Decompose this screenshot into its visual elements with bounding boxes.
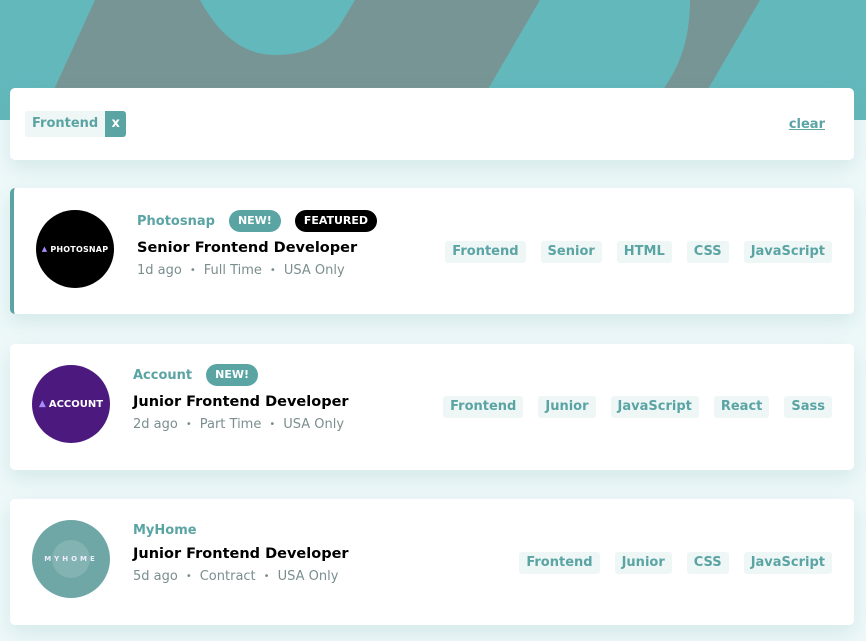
meta-dot-icon: •	[185, 419, 192, 430]
job-info: Photosnap NEW! FEATURED Senior Frontend …	[137, 210, 391, 278]
job-card-account[interactable]: ▲ ACCOUNT Account NEW! Junior Frontend D…	[10, 344, 854, 470]
tag-junior[interactable]: Junior	[614, 552, 672, 574]
filter-bar: Frontend x clear	[10, 88, 854, 160]
meta-dot-icon: •	[189, 265, 196, 276]
job-meta: 2d ago • Part Time • USA Only	[133, 417, 349, 432]
job-info: MyHome Junior Frontend Developer 5d ago …	[133, 519, 349, 585]
tag-javascript[interactable]: JavaScript	[743, 552, 832, 574]
tag-frontend[interactable]: Frontend	[445, 241, 526, 263]
filter-chip-frontend: Frontend x	[25, 111, 127, 137]
tag-html[interactable]: HTML	[616, 241, 672, 263]
posted-at: 1d ago	[137, 263, 182, 278]
company-name: Photosnap	[137, 213, 215, 229]
job-position[interactable]: Senior Frontend Developer	[137, 240, 391, 256]
logo-triangle-icon: ▲	[38, 399, 46, 409]
logo-text: PHOTOSNAP	[50, 244, 109, 254]
contract-type: Contract	[199, 569, 256, 584]
job-location: USA Only	[277, 569, 339, 584]
tag-react[interactable]: React	[713, 396, 770, 418]
logo-text: ACCOUNT	[48, 398, 104, 410]
meta-dot-icon: •	[263, 571, 270, 582]
job-card-photosnap[interactable]: ▲ PHOTOSNAP Photosnap NEW! FEATURED Seni…	[10, 188, 854, 314]
company-row: Photosnap NEW! FEATURED	[137, 210, 391, 232]
job-tags: Frontend Junior JavaScript React Sass	[428, 396, 832, 418]
new-badge: NEW!	[228, 210, 281, 232]
meta-dot-icon: •	[269, 419, 276, 430]
tag-frontend[interactable]: Frontend	[443, 396, 524, 418]
posted-at: 2d ago	[133, 417, 178, 432]
company-logo: MYHOME	[32, 520, 110, 598]
featured-badge: FEATURED	[294, 210, 378, 232]
job-position[interactable]: Junior Frontend Developer	[133, 546, 349, 562]
company-logo: ▲ PHOTOSNAP	[36, 210, 114, 288]
job-meta: 1d ago • Full Time • USA Only	[137, 263, 391, 278]
posted-at: 5d ago	[133, 569, 178, 584]
meta-dot-icon: •	[185, 571, 192, 582]
job-info: Account NEW! Junior Frontend Developer 2…	[133, 364, 349, 432]
job-location: USA Only	[283, 263, 345, 278]
tag-css[interactable]: CSS	[686, 241, 729, 263]
tag-javascript[interactable]: JavaScript	[610, 396, 699, 418]
contract-type: Part Time	[199, 417, 262, 432]
tag-sass[interactable]: Sass	[784, 396, 832, 418]
filter-remove-button[interactable]: x	[105, 111, 127, 137]
tag-frontend[interactable]: Frontend	[519, 552, 600, 574]
company-logo: ▲ ACCOUNT	[32, 365, 110, 443]
contract-type: Full Time	[203, 263, 262, 278]
job-location: USA Only	[283, 417, 345, 432]
job-tags: Frontend Senior HTML CSS JavaScript	[430, 241, 832, 263]
tag-junior[interactable]: Junior	[538, 396, 596, 418]
job-position[interactable]: Junior Frontend Developer	[133, 394, 349, 410]
meta-dot-icon: •	[269, 265, 276, 276]
company-row: Account NEW!	[133, 364, 349, 386]
job-card-myhome[interactable]: MYHOME MyHome Junior Frontend Developer …	[10, 499, 854, 625]
clear-filters-link[interactable]: clear	[789, 117, 825, 132]
company-name: Account	[133, 367, 193, 383]
company-row: MyHome	[133, 519, 349, 541]
new-badge: NEW!	[206, 364, 259, 386]
job-tags: Frontend Junior CSS JavaScript	[504, 552, 832, 574]
tag-javascript[interactable]: JavaScript	[743, 241, 832, 263]
job-meta: 5d ago • Contract • USA Only	[133, 569, 349, 584]
logo-text: MYHOME	[44, 555, 98, 563]
logo-triangle-icon: ▲	[41, 245, 48, 253]
company-name: MyHome	[133, 522, 197, 538]
tag-css[interactable]: CSS	[686, 552, 729, 574]
tag-senior[interactable]: Senior	[540, 241, 602, 263]
filter-chip-label: Frontend	[25, 111, 106, 137]
